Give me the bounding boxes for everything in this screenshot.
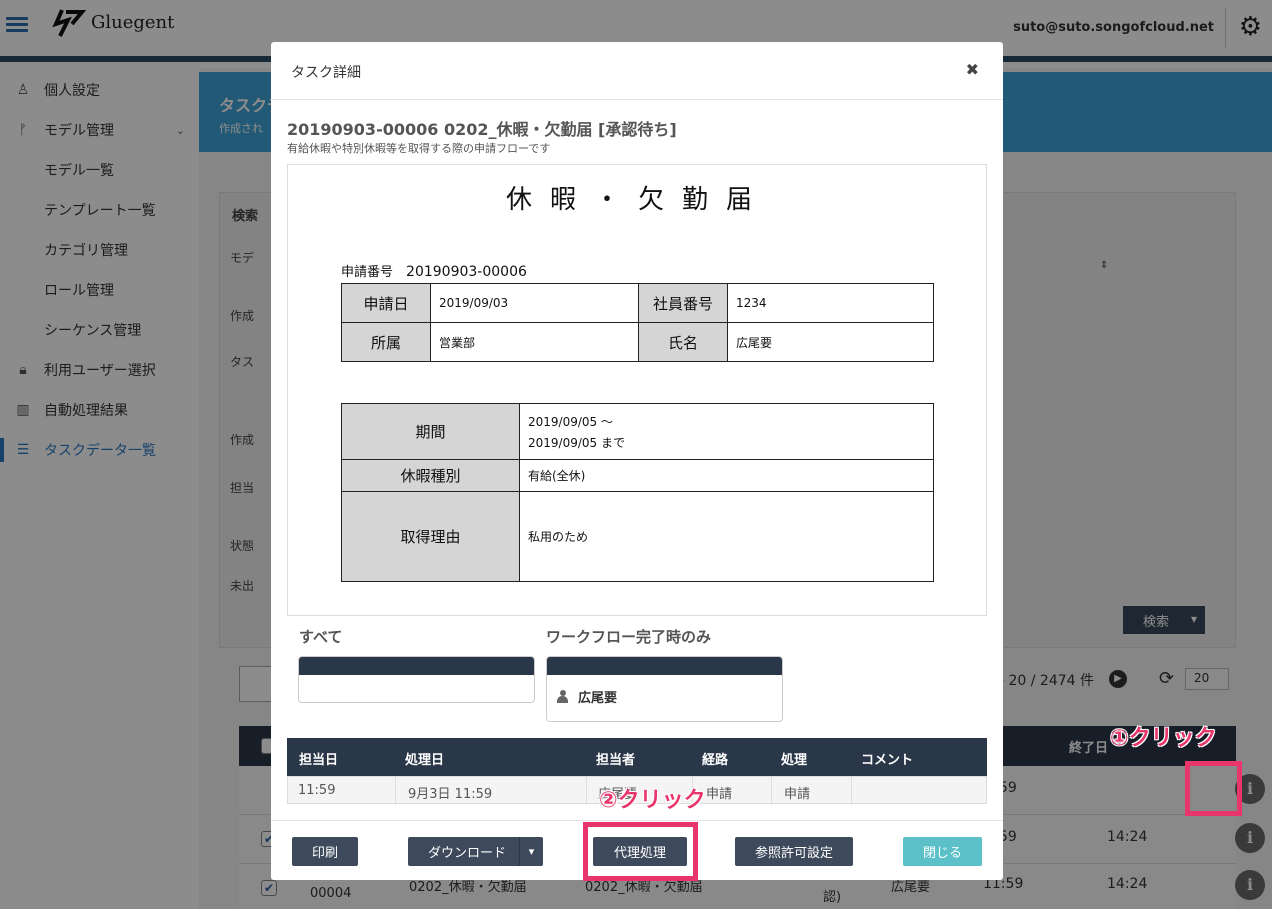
leave-form: 休暇・欠勤届 申請番号 20190903-00006 申請日 2019/09/0… [287,164,987,616]
column-header: 担当日 [299,753,339,768]
employee-no-label: 社員番号 [638,283,728,323]
apply-date-label: 申請日 [341,283,431,323]
column-header: 処理日 [405,753,445,768]
annotation-step2: ②クリック [599,788,706,813]
notify-person-name: 広尾要 [578,691,618,706]
leave-type-value: 有給(全休) [519,459,934,492]
notify-complete-label: ワークフロー完了時のみ [546,628,712,646]
modal-title: タスク詳細 [291,65,361,81]
notify-all-box[interactable] [298,656,535,703]
form-number-value: 20190903-00006 [406,264,527,280]
notify-complete-box[interactable]: 広尾要 [546,656,783,722]
reason-value: 私用のため [519,491,934,582]
period-value: 2019/09/05 〜 2019/09/05 まで [519,403,934,460]
period-label: 期間 [341,403,520,460]
apply-date-value: 2019/09/03 [430,283,639,323]
history-header: 担当日 処理日 担当者 経路 処理 コメント [287,738,987,776]
task-detail-modal: タスク詳細 ✖ 20190903-00006 0202_休暇・欠勤届 [承認待ち… [271,42,1003,880]
highlight-info-button [1185,761,1242,816]
close-icon[interactable]: ✖ [966,60,979,79]
modal-header: タスク詳細 ✖ [271,42,1003,100]
history-cell: 11:59 [298,783,336,798]
period-from: 2019/09/05 〜 [528,414,613,429]
access-permission-button[interactable]: 参照許可設定 [735,837,853,866]
reason-label: 取得理由 [341,491,520,582]
notify-person: 広尾要 [557,687,617,706]
print-button[interactable]: 印刷 [292,837,358,866]
download-label: ダウンロード [428,846,507,861]
history-cell: 申請 [706,787,733,802]
highlight-proxy-button [583,822,698,881]
history-cell: 申請 [784,787,811,802]
annotation-step1: ①クリック [1110,726,1217,751]
column-header: 担当者 [596,753,636,768]
caret-down-icon[interactable]: ▾ [519,837,543,866]
column-header: 経路 [702,753,729,768]
form-title: 休暇・欠勤届 [505,185,770,215]
download-button[interactable]: ダウンロード ▾ [408,837,543,866]
period-to: 2019/09/05 まで [528,435,625,450]
leave-type-label: 休暇種別 [341,459,520,492]
task-subtitle: 有給休暇や特別休暇等を取得する際の申請フローです [287,142,551,155]
history-cell: 9月3日 11:59 [408,787,493,802]
task-title: 20190903-00006 0202_休暇・欠勤届 [承認待ち] [287,120,677,139]
leave-detail-table: 期間 2019/09/05 〜 2019/09/05 まで 休暇種別 有給(全休)… [341,403,934,582]
form-number-label: 申請番号 [341,265,394,280]
name-value: 広尾要 [727,322,934,362]
name-label: 氏名 [638,322,728,362]
form-number: 申請番号 20190903-00006 [341,261,527,280]
notify-all-label: すべて [299,628,343,646]
column-header: コメント [861,753,914,768]
column-header: 処理 [781,753,808,768]
dept-label: 所属 [341,322,431,362]
user-icon [557,690,568,703]
employee-no-value: 1234 [727,283,934,323]
dept-value: 営業部 [430,322,639,362]
applicant-table: 申請日 2019/09/03 社員番号 1234 所属 営業部 氏名 広尾要 [341,283,934,362]
close-button[interactable]: 閉じる [903,837,982,866]
